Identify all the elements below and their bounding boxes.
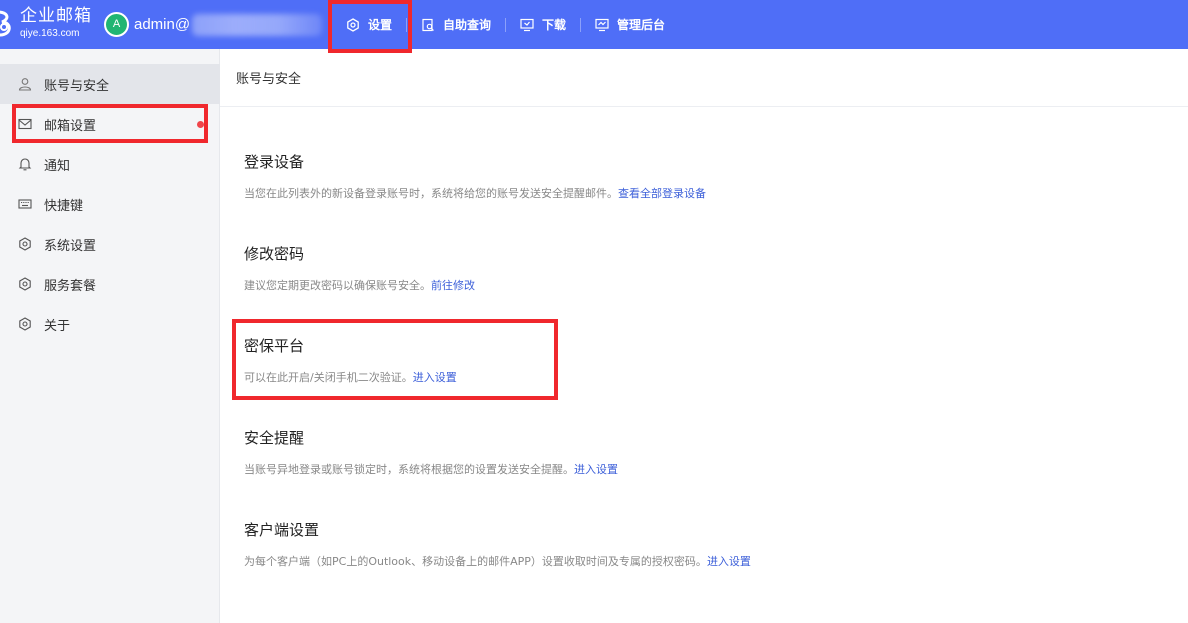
section-title: 修改密码 (244, 245, 305, 263)
search-doc-icon (422, 18, 434, 31)
nav-admin-label: 管理后台 (617, 18, 666, 32)
monitor-download-icon (520, 18, 534, 31)
sidebar-item-label: 系统设置 (44, 238, 97, 254)
nav-self-query-label: 自助查询 (443, 18, 492, 32)
sidebar-item-label: 关于 (44, 318, 71, 334)
section-security-alerts: 安全提醒 当账号异地登录或账号锁定时，系统将根据您的设置发送安全提醒。进入设置 (244, 427, 618, 477)
sidebar-item-system-settings[interactable]: 系统设置 (0, 224, 220, 264)
section-title: 安全提醒 (244, 429, 305, 447)
nav-download-label: 下载 (542, 18, 567, 32)
section-description: 当账号异地登录或账号锁定时，系统将根据您的设置发送安全提醒。进入设置 (244, 461, 618, 477)
section-desc-text: 为每个客户端（如PC上的Outlook、移动设备上的邮件APP）设置收取时间及专… (244, 555, 707, 568)
sidebar-item-shortcuts[interactable]: 快捷键 (0, 184, 220, 224)
section-title: 登录设备 (244, 153, 305, 171)
section-login-devices: 登录设备 当您在此列表外的新设备登录账号时，系统将给您的账号发送安全提醒邮件。查… (244, 151, 706, 201)
sidebar-item-about[interactable]: 关于 (0, 304, 220, 344)
highlight-box-mailbox-settings (12, 104, 208, 143)
sidebar-item-notifications[interactable]: 通知 (0, 144, 220, 184)
section-desc-text: 当账号异地登录或账号锁定时，系统将根据您的设置发送安全提醒。 (244, 463, 574, 476)
nav-admin[interactable]: 管理后台 (581, 0, 679, 49)
highlight-box-security-platform (232, 319, 558, 400)
section-title: 客户端设置 (244, 521, 320, 539)
settings-hex-icon (19, 277, 31, 291)
redacted-email (192, 13, 323, 36)
go-change-password-link[interactable]: 前往修改 (431, 279, 475, 292)
monitor-admin-icon (595, 18, 609, 31)
highlight-box-settings (328, 0, 412, 53)
security-alerts-settings-link[interactable]: 进入设置 (574, 463, 618, 476)
nav-download[interactable]: 下载 (506, 0, 580, 49)
section-description: 建议您定期更改密码以确保账号安全。前往修改 (244, 277, 475, 293)
top-bar: 企业邮箱 qiye.163.com A admin@ 设置 自助查询 下载 管理… (0, 0, 1188, 49)
section-desc-text: 当您在此列表外的新设备登录账号时，系统将给您的账号发送安全提醒邮件。 (244, 187, 618, 200)
sidebar-item-label: 账号与安全 (44, 78, 110, 94)
settings-hex-icon (19, 317, 31, 331)
sidebar-item-label: 通知 (44, 158, 71, 174)
user-account[interactable]: A admin@ (104, 12, 323, 37)
sidebar-item-account-security[interactable]: 账号与安全 (0, 64, 220, 104)
nav-self-query[interactable]: 自助查询 (407, 0, 505, 49)
sidebar-item-service-plan[interactable]: 服务套餐 (0, 264, 220, 304)
section-client-settings: 客户端设置 为每个客户端（如PC上的Outlook、移动设备上的邮件APP）设置… (244, 519, 751, 569)
view-all-devices-link[interactable]: 查看全部登录设备 (618, 187, 706, 200)
netease-logo-icon (0, 10, 11, 36)
section-description: 为每个客户端（如PC上的Outlook、移动设备上的邮件APP）设置收取时间及专… (244, 553, 751, 569)
brand-title: 企业邮箱 (20, 6, 92, 26)
settings-hex-icon (19, 237, 31, 251)
section-change-password: 修改密码 建议您定期更改密码以确保账号安全。前往修改 (244, 243, 475, 293)
user-icon (18, 78, 32, 91)
sidebar-item-label: 服务套餐 (44, 278, 97, 294)
sidebar-item-label: 快捷键 (44, 198, 84, 214)
section-description: 当您在此列表外的新设备登录账号时，系统将给您的账号发送安全提醒邮件。查看全部登录… (244, 185, 706, 201)
brand-logo[interactable]: 企业邮箱 qiye.163.com (0, 8, 92, 39)
section-desc-text: 建议您定期更改密码以确保账号安全。 (244, 279, 431, 292)
brand-subtitle: qiye.163.com (20, 28, 80, 39)
bell-icon (18, 158, 32, 171)
username: admin@ (134, 16, 191, 33)
avatar[interactable]: A (104, 12, 129, 37)
client-settings-link[interactable]: 进入设置 (707, 555, 751, 568)
page-title: 账号与安全 (220, 49, 1188, 107)
keyboard-icon (18, 199, 32, 209)
